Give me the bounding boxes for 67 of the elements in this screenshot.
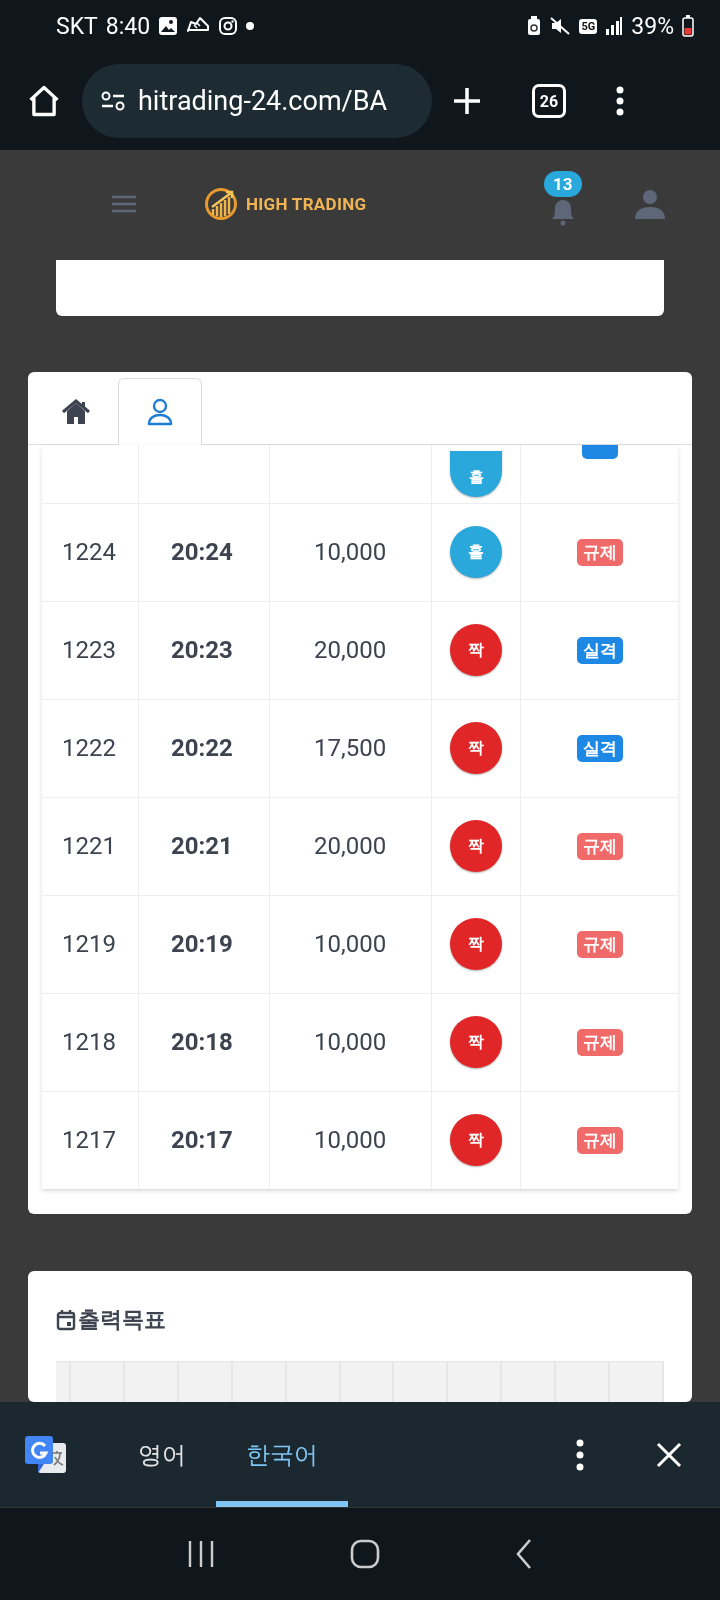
time-value: 20:19	[171, 930, 233, 959]
amount-value: 20,000	[314, 636, 387, 665]
brand-name: HIGH TRADING	[246, 193, 367, 214]
section-title: 출력목표	[78, 1306, 166, 1334]
user-outline-icon	[147, 397, 173, 426]
amount-value: 20,000	[314, 832, 387, 861]
dot-icon	[246, 22, 255, 30]
amount-value: 10,000	[314, 538, 387, 567]
amount-value: 10,000	[314, 930, 387, 959]
status-tag: 실격	[576, 636, 623, 664]
carrier-label: SKT	[56, 12, 98, 40]
address-bar[interactable]: hitrading-24.com/BA	[82, 64, 432, 138]
time-value: 20:24	[171, 538, 233, 567]
round-number: 1221	[62, 832, 116, 861]
more-icon[interactable]	[616, 86, 624, 116]
status-tag: 규제	[576, 1126, 623, 1154]
language-tab[interactable]: 영어	[108, 1402, 216, 1507]
round-number: 1219	[62, 930, 116, 959]
battery-percent: 39%	[631, 12, 674, 40]
calendar-icon	[56, 1309, 76, 1331]
chart-logo-icon	[204, 186, 238, 221]
camera-icon	[218, 16, 239, 36]
plus-icon[interactable]	[452, 86, 482, 116]
round-number: 1217	[62, 1126, 116, 1155]
network-label: 5G	[579, 18, 598, 34]
amount-value: 10,000	[314, 1126, 387, 1155]
round-number: 1222	[62, 734, 116, 763]
status-tag: 규제	[576, 1028, 623, 1056]
amount-value: 17,500	[314, 734, 387, 763]
clock-time: 8:40	[105, 12, 151, 40]
notification-badge: 13	[544, 170, 582, 197]
signal-icon	[605, 16, 624, 36]
result-ball: 짝	[450, 624, 502, 677]
time-value: 20:23	[171, 636, 233, 665]
result-ball: 홀	[450, 526, 502, 579]
result-ball: 짝	[450, 722, 502, 775]
mute-icon	[549, 16, 572, 36]
more-icon[interactable]	[576, 1438, 584, 1471]
status-tag: 규제	[576, 930, 623, 958]
status-tag: 규제	[576, 832, 623, 860]
url-text: hitrading-24.com/BA	[138, 85, 388, 117]
time-value: 20:21	[171, 832, 233, 861]
home-button-icon[interactable]	[350, 1539, 380, 1569]
close-icon[interactable]	[656, 1441, 682, 1468]
translate-icon[interactable]	[24, 1434, 68, 1475]
time-value: 20:18	[171, 1028, 233, 1057]
status-tag: 실격	[576, 734, 623, 762]
result-ball: 짝	[450, 918, 502, 971]
time-value: 20:22	[171, 734, 233, 763]
status-tag: 규제	[576, 538, 623, 566]
back-icon[interactable]	[514, 1538, 533, 1570]
round-number: 1224	[62, 538, 116, 567]
battery-icon	[682, 15, 694, 37]
result-ball: 짝	[450, 1016, 502, 1069]
home-icon	[61, 398, 91, 425]
user-tab[interactable]	[118, 377, 202, 446]
site-settings-icon	[100, 90, 126, 112]
time-value: 20:17	[171, 1126, 233, 1155]
round-number: 1218	[62, 1028, 116, 1057]
amount-value: 10,000	[314, 1028, 387, 1057]
round-number: 1223	[62, 636, 116, 665]
result-ball: 짝	[450, 1114, 502, 1167]
battery-saver-icon	[527, 16, 542, 36]
tab-count-button[interactable]: 26	[532, 84, 566, 118]
image-icon	[158, 16, 179, 36]
result-ball: 짝	[450, 820, 502, 873]
recent-apps-icon[interactable]	[187, 1539, 216, 1569]
